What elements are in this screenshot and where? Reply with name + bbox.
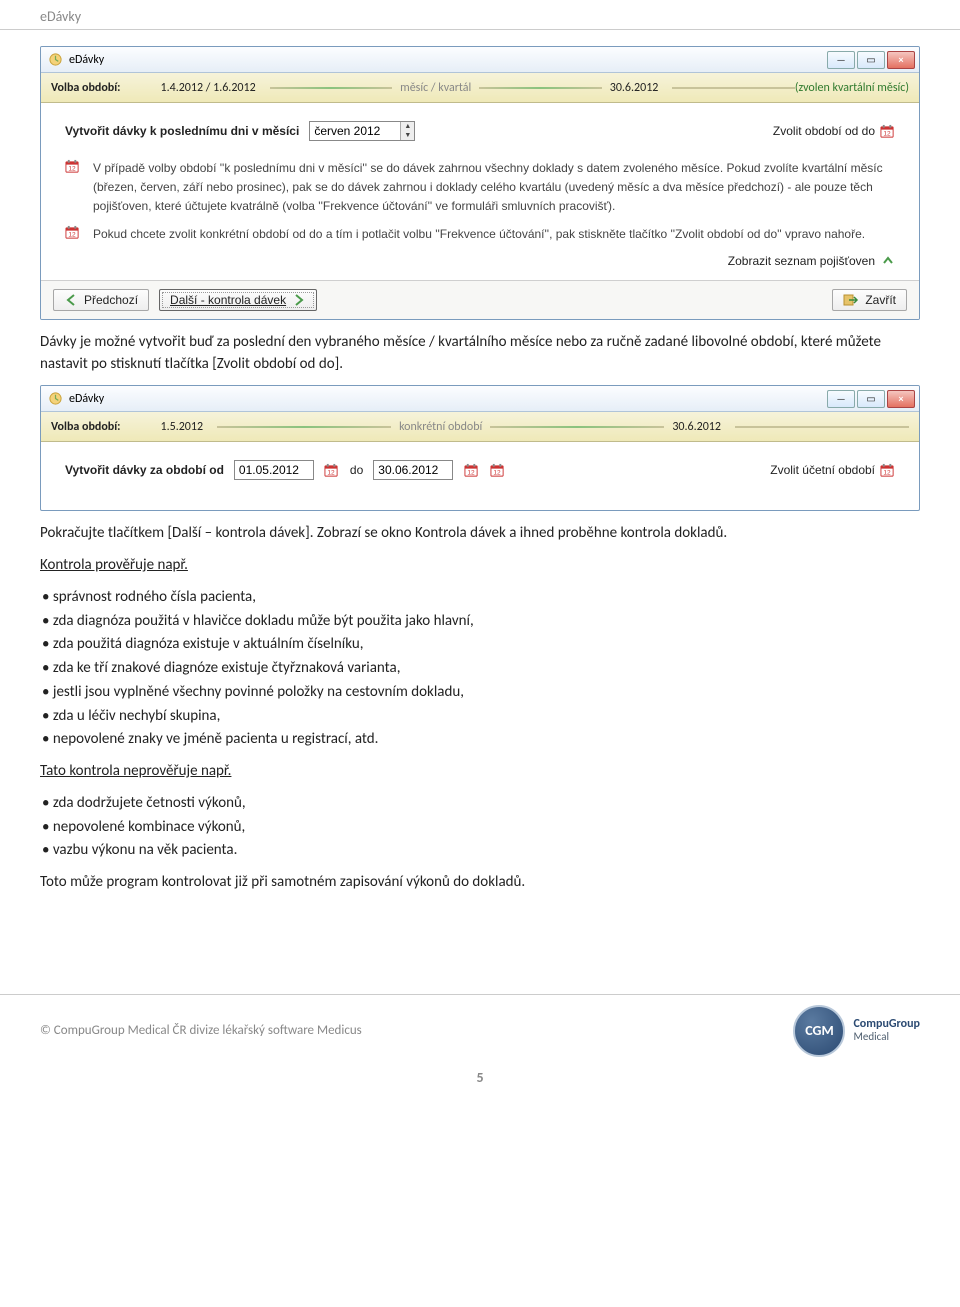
cgm-logo: CGM CompuGroupMedical <box>793 1005 920 1057</box>
list-item: nepovolené znaky ve jméně pacienta u reg… <box>42 729 920 751</box>
edavky-window-1: eDávky — ▭ × Volba období: 1.4.2012 / 1.… <box>40 46 920 320</box>
page-number: 5 <box>0 1069 960 1086</box>
calendar-icon <box>879 462 895 478</box>
edavky-window-2: eDávky — ▭ × Volba období: 1.5.2012 konk… <box>40 385 920 511</box>
list2-heading: Tato kontrola neprověřuje např. <box>40 761 920 783</box>
list-item: zda diagnóza použitá v hlavičce dokladu … <box>42 611 920 633</box>
calendar-icon <box>65 159 83 217</box>
close-button[interactable]: × <box>887 390 915 408</box>
exit-icon <box>843 293 859 307</box>
list-item: zda ke tří znakové diagnóze existuje čty… <box>42 658 920 680</box>
page-header: eDávky <box>0 0 960 30</box>
list1-heading: Kontrola prověřuje např. <box>40 555 920 577</box>
list-item: nepovolené kombinace výkonů, <box>42 817 920 839</box>
doc-paragraph-2: Pokračujte tlačítkem [Další – kontrola d… <box>40 523 920 545</box>
date-to-label: do <box>350 463 363 477</box>
minimize-button[interactable]: — <box>827 390 855 408</box>
info-paragraph-2: Pokud chcete zvolit konkrétní období od … <box>65 225 895 246</box>
list-item: zda dodržujete četnosti výkonů, <box>42 793 920 815</box>
close-dialog-button[interactable]: Zavřít <box>832 289 907 311</box>
doc-paragraph-1: Dávky je možné vytvořit buď za poslední … <box>40 332 920 376</box>
calendar-icon <box>879 123 895 139</box>
titlebar: eDávky — ▭ × <box>41 47 919 73</box>
period-from: 1.4.2012 / 1.6.2012 <box>161 81 256 95</box>
period-to: 30.6.2012 <box>672 420 721 434</box>
maximize-button[interactable]: ▭ <box>857 390 885 408</box>
show-insurers-link[interactable]: Zobrazit seznam pojišťoven <box>65 254 895 268</box>
app-icon <box>47 52 63 68</box>
check-list-2: zda dodržujete četnosti výkonů,nepovolen… <box>40 793 920 862</box>
maximize-button[interactable]: ▭ <box>857 51 885 69</box>
list-item: zda použitá diagnóza existuje v aktuální… <box>42 634 920 656</box>
calendar-icon[interactable] <box>489 462 505 478</box>
period-bar: Volba období: 1.5.2012 konkrétní období … <box>41 412 919 442</box>
month-spinner[interactable]: ▲▼ <box>309 121 415 141</box>
chevron-up-icon <box>881 254 895 268</box>
cgm-logo-text: CompuGroupMedical <box>853 1018 920 1044</box>
titlebar: eDávky — ▭ × <box>41 386 919 412</box>
list-item: správnost rodného čísla pacienta, <box>42 587 920 609</box>
list-item: zda u léčiv nechybí skupina, <box>42 706 920 728</box>
doc-paragraph-3: Toto může program kontrolovat již při sa… <box>40 872 920 894</box>
month-input[interactable] <box>310 122 400 140</box>
calendar-icon <box>65 225 83 246</box>
period-bar-label: Volba období: <box>51 420 121 434</box>
period-type: měsíc / kvartál <box>400 81 471 95</box>
window-title: eDávky <box>69 392 104 406</box>
minimize-button[interactable]: — <box>827 51 855 69</box>
create-range-label: Vytvořit dávky za období od <box>65 463 224 477</box>
calendar-icon[interactable] <box>324 462 340 478</box>
create-label: Vytvořit dávky k poslednímu dni v měsíci <box>65 124 299 138</box>
choose-range-link[interactable]: Zvolit období od do <box>773 123 895 139</box>
list-item: vazbu výkonu na věk pacienta. <box>42 840 920 862</box>
close-button[interactable]: × <box>887 51 915 69</box>
period-bar: Volba období: 1.4.2012 / 1.6.2012 měsíc … <box>41 73 919 103</box>
arrow-left-icon <box>64 293 78 307</box>
footer-copyright: © CompuGroup Medical ČR divize lékařský … <box>40 1023 362 1038</box>
period-bar-label: Volba období: <box>51 81 121 95</box>
info-paragraph-1: V případě volby období ''k poslednímu dn… <box>65 159 895 217</box>
period-to: 30.6.2012 <box>610 81 659 95</box>
page-header-title: eDávky <box>40 8 81 25</box>
prev-button[interactable]: Předchozí <box>53 289 149 311</box>
date-to-input[interactable] <box>373 460 453 480</box>
button-bar: Předchozí Další - kontrola dávek Zavřít <box>41 280 919 319</box>
date-from-input[interactable] <box>234 460 314 480</box>
period-from: 1.5.2012 <box>161 420 204 434</box>
next-button[interactable]: Další - kontrola dávek <box>159 289 317 311</box>
check-list-1: správnost rodného čísla pacienta,zda dia… <box>40 587 920 751</box>
window-title: eDávky <box>69 53 104 67</box>
app-icon <box>47 391 63 407</box>
spin-down[interactable]: ▼ <box>401 131 414 140</box>
spin-up[interactable]: ▲ <box>401 122 414 131</box>
page-footer: © CompuGroup Medical ČR divize lékařský … <box>0 994 960 1065</box>
choose-accounting-period-link[interactable]: Zvolit účetní období <box>770 462 895 478</box>
period-note: (zvolen kvartální měsíc) <box>795 81 909 95</box>
cgm-badge-icon: CGM <box>793 1005 845 1057</box>
list-item: jestli jsou vyplněné všechny povinné pol… <box>42 682 920 704</box>
calendar-icon[interactable] <box>463 462 479 478</box>
period-type: konkrétní období <box>399 420 482 434</box>
arrow-right-icon <box>292 293 306 307</box>
